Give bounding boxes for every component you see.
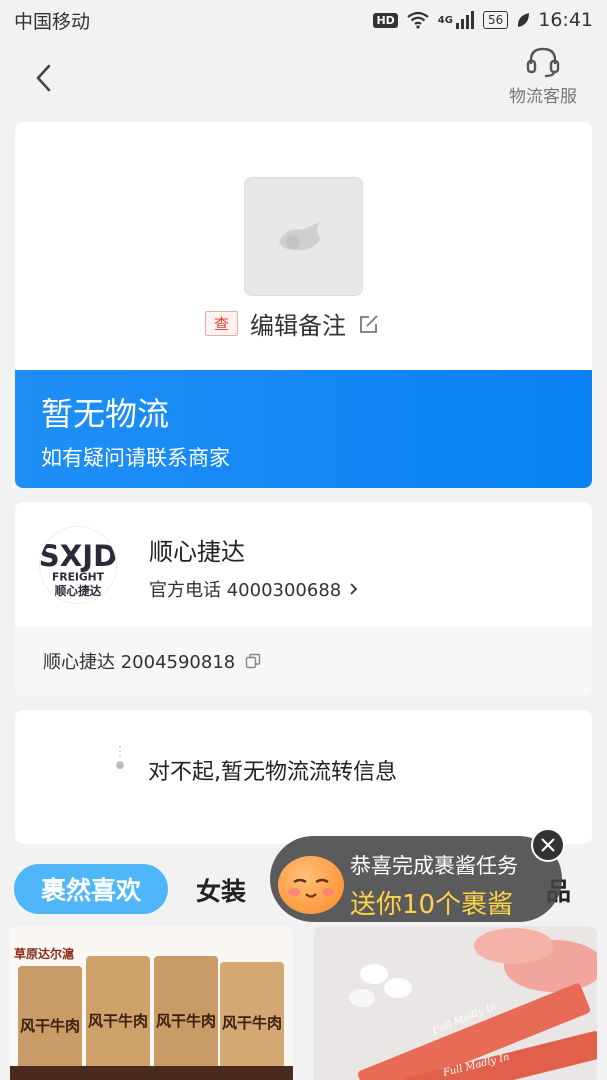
query-tag: 查 [205,311,239,336]
close-toast-button[interactable] [531,828,565,862]
toast-message: 恭喜完成裹酱任务 [350,854,518,878]
top-nav: 物流客服 [0,40,607,116]
copy-icon[interactable] [245,653,261,669]
product-label-4: 风干牛肉 [222,1014,282,1032]
tab-womens-wear[interactable]: 女装 [196,872,246,908]
back-arrow-icon [36,64,51,92]
banner-title: 暂无物流 [41,395,170,433]
carrier-label: 中国移动 [14,10,91,33]
note-row[interactable]: 查 编辑备注 [205,306,380,341]
courier-logo-text: SXJD [40,539,116,573]
clock: 16:41 [538,9,593,31]
service-label: 物流客服 [509,87,577,107]
product-label-2: 风干牛肉 [88,1012,148,1030]
banner-subtitle: 如有疑问请联系商家 [41,446,230,470]
battery-icon: 56 [482,11,509,29]
order-card: 查 编辑备注 暂无物流 如有疑问请联系商家 [15,122,592,488]
brand-logo-text: 草原达尔滬 [14,946,74,961]
reward-toast[interactable]: 恭喜完成裹酱任务 送你10个裹酱 [270,836,562,922]
product-card[interactable]: Full Madly In Full Madly In [314,926,597,1080]
tab-guoranxihuan[interactable]: 裹然喜欢 [14,864,168,914]
network-label: 4G [437,15,453,26]
tracking-info-card: 对不起,暂无物流流转信息 [15,710,592,844]
close-icon [541,838,555,852]
no-tracking-message: 对不起,暂无物流流转信息 [148,760,397,785]
tracking-row: 顺心捷达 2004590818 [15,626,592,696]
status-bar: 中国移动 HD 4G 56 16:41 [0,0,607,40]
signal-icon [455,11,474,29]
leaf-icon [518,13,530,27]
courier-name: 顺心捷达 [149,538,245,566]
beef-jerky-image: 草原达尔滬 风干牛肉 风干牛肉 风干牛肉 风干牛肉 [10,926,293,1080]
courier-logo-cn: 顺心捷达 [55,584,102,598]
toast-reward: 送你10个裹酱 [350,890,514,920]
chevron-right-icon [350,583,358,595]
courier-info: SXJD FREIGHT 顺心捷达 顺心捷达 官方电话 4000300688 [15,502,592,626]
courier-logo: SXJD FREIGHT 顺心捷达 [39,526,117,604]
courier-phone-label: 官方电话 4000300688 [149,580,342,601]
edit-note-label: 编辑备注 [250,312,347,340]
edit-icon[interactable] [358,313,380,335]
wifi-icon [407,11,429,29]
timeline-dot-icon [116,746,124,769]
lip-gloss-image: Full Madly In Full Madly In [314,926,597,1080]
courier-logo-sub: FREIGHT [52,571,105,584]
back-button[interactable] [28,60,58,96]
product-thumbnail[interactable] [244,177,363,296]
placeholder-bird-icon [278,221,321,250]
product-grid: 草原达尔滬 风干牛肉 风干牛肉 风干牛肉 风干牛肉 Full Madly In … [10,926,597,1080]
courier-card: SXJD FREIGHT 顺心捷达 顺心捷达 官方电话 4000300688 顺… [15,502,592,696]
logistics-service-button[interactable]: 物流客服 [503,46,583,107]
product-label-1: 风干牛肉 [20,1017,80,1035]
hd-badge: HD [373,12,398,28]
logistics-status-banner: 暂无物流 如有疑问请联系商家 [15,370,592,488]
courier-phone-link[interactable]: 官方电话 4000300688 [149,576,359,602]
product-card[interactable]: 草原达尔滬 风干牛肉 风干牛肉 风干牛肉 风干牛肉 [10,926,293,1080]
headset-icon [526,47,560,78]
status-icons: HD 4G 56 16:41 [373,9,593,31]
courier-logo-graphic: SXJD FREIGHT 顺心捷达 [40,539,116,598]
smile-face-icon [278,856,344,914]
tracking-number: 顺心捷达 2004590818 [43,652,236,673]
product-label-3: 风干牛肉 [156,1012,216,1030]
